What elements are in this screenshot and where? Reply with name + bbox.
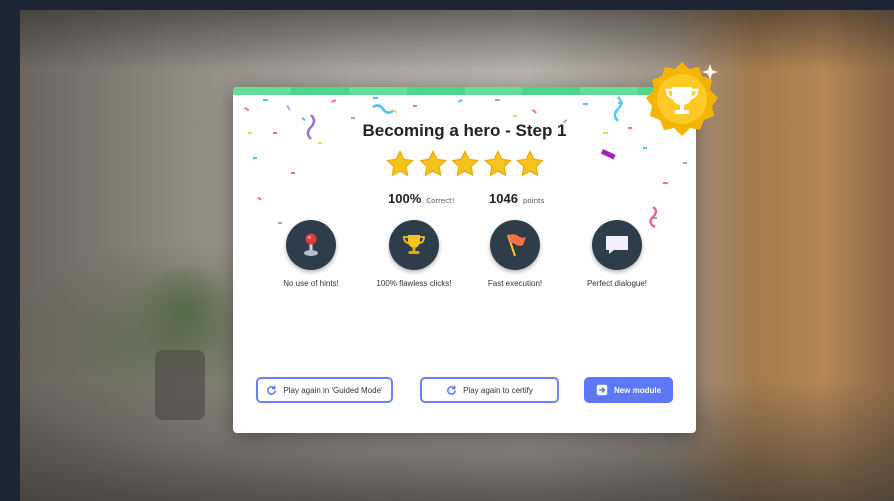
star-rating <box>385 149 545 181</box>
achievement-label: Fast execution! <box>487 279 543 288</box>
star-icon <box>516 150 544 177</box>
achievement-no-hints: No use of hints! <box>266 220 356 288</box>
button-label: New module <box>613 385 662 395</box>
flag-icon <box>507 234 526 257</box>
trophy-icon <box>403 235 425 254</box>
progress-bar <box>233 87 696 95</box>
star-icon <box>483 150 512 177</box>
correct-value: 100% <box>388 191 422 206</box>
new-module-button[interactable]: New module <box>584 377 673 403</box>
achievement-badge <box>389 220 439 270</box>
points-stat: 1046 points <box>489 191 544 206</box>
achievement-label: 100% flawless clicks! <box>376 279 452 288</box>
points-label: points <box>522 197 545 205</box>
speech-bubble-icon <box>606 236 628 254</box>
replay-icon <box>447 385 456 395</box>
achievement-fast-execution: Fast execution! <box>470 220 560 288</box>
replay-icon <box>267 385 277 395</box>
achievement-label: No use of hints! <box>283 279 339 288</box>
enter-icon <box>596 384 608 396</box>
background-pot <box>155 350 205 420</box>
joystick-icon <box>304 233 318 256</box>
results-dialog: Becoming a hero - Step 1 100% Correct! 1… <box>233 87 696 433</box>
button-label: Play again in 'Guided Mode' <box>283 385 383 395</box>
achievement-flawless-clicks: 100% flawless clicks! <box>369 220 459 288</box>
achievement-badge <box>490 220 540 270</box>
button-label: Play again to certify <box>463 385 533 395</box>
star-icon <box>451 150 479 177</box>
correct-stat: 100% Correct! <box>388 191 455 206</box>
achievement-perfect-dialogue: Perfect dialogue! <box>572 220 662 288</box>
star-icon <box>386 150 414 177</box>
points-value: 1046 <box>489 191 518 206</box>
star-icon <box>418 150 447 177</box>
play-certify-button[interactable]: Play again to certify <box>420 377 559 403</box>
background-plant <box>130 265 240 355</box>
page-title: Becoming a hero - Step 1 <box>362 121 567 140</box>
correct-label: Correct! <box>426 197 455 205</box>
trophy-badge-icon <box>646 62 718 136</box>
play-guided-mode-button[interactable]: Play again in 'Guided Mode' <box>256 377 393 403</box>
achievement-label: Perfect dialogue! <box>586 279 648 288</box>
achievement-badge <box>592 220 642 270</box>
achievement-badge <box>286 220 336 270</box>
